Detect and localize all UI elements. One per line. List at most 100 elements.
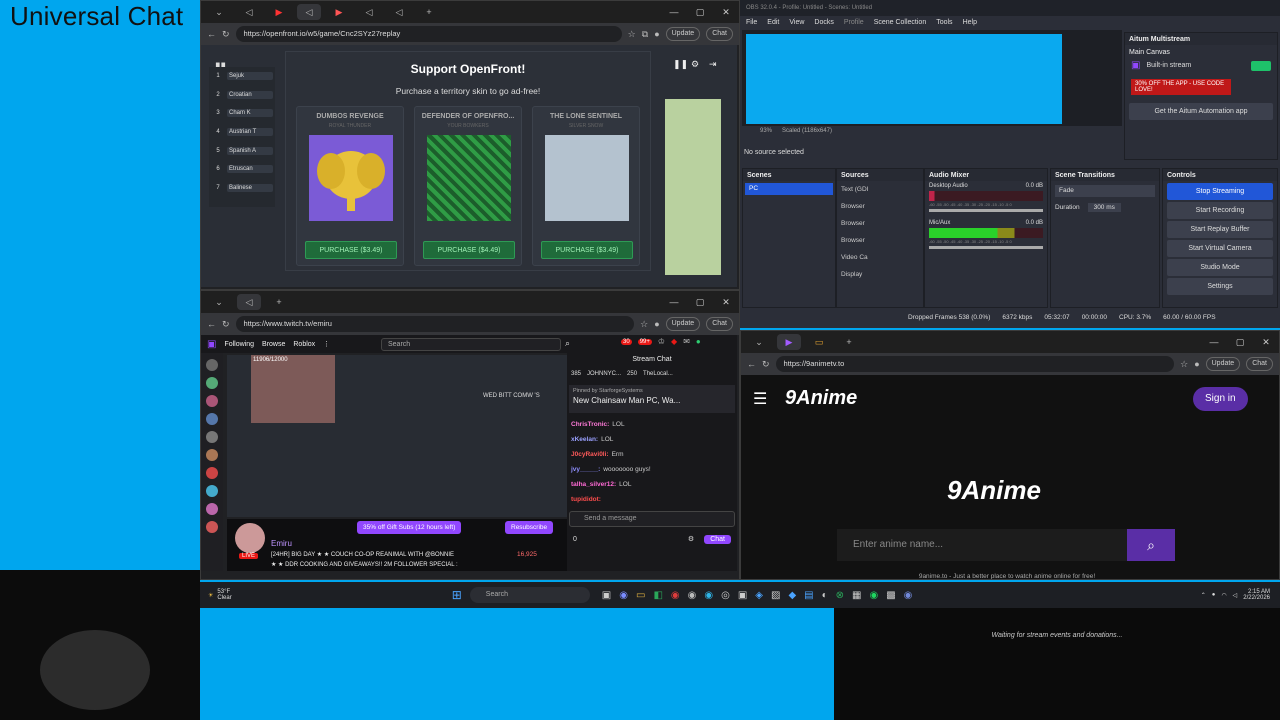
channel-avatar[interactable] — [206, 449, 218, 461]
mute-icon[interactable]: ◁ — [237, 4, 261, 20]
stream-video-player[interactable]: 11906/12000 WED BITT COMW 'S — [227, 355, 567, 517]
minimize-icon[interactable]: — — [661, 297, 687, 308]
profile-avatar-icon[interactable]: ● — [654, 319, 659, 329]
chat-button[interactable]: Chat — [706, 27, 733, 41]
weather-widget[interactable]: ☀ 53°F Clear — [200, 589, 232, 601]
menu-view[interactable]: View — [789, 19, 804, 26]
tab-menu-icon[interactable]: ⌄ — [747, 334, 771, 350]
chat-input[interactable]: Send a message — [569, 511, 735, 527]
star-icon[interactable]: ☆ — [628, 29, 636, 40]
chat-settings-icon[interactable]: ⚙ — [688, 535, 694, 543]
url-field[interactable]: https://www.twitch.tv/emiru — [235, 316, 635, 332]
channel-avatar[interactable] — [206, 413, 218, 425]
studio-mode-button[interactable]: Studio Mode — [1167, 259, 1273, 276]
start-replay-buffer-button[interactable]: Start Replay Buffer — [1167, 221, 1273, 238]
back-icon[interactable]: ← — [747, 359, 756, 369]
purchase-button[interactable]: PURCHASE ($4.49) — [423, 241, 515, 259]
app-icon[interactable]: ◧ — [653, 590, 662, 601]
source-item[interactable]: Display — [837, 266, 923, 283]
source-item[interactable]: Browser — [837, 232, 923, 249]
source-item[interactable]: Video Ca — [837, 249, 923, 266]
search-icon[interactable]: ⌕ — [565, 338, 570, 349]
stop-streaming-button[interactable]: Stop Streaming — [1167, 183, 1273, 200]
app-icon[interactable]: ▩ — [886, 590, 895, 601]
chat-button[interactable]: Chat — [1246, 357, 1273, 371]
hamburger-menu-icon[interactable]: ☰ — [753, 389, 767, 409]
maximize-icon[interactable]: ▢ — [687, 7, 713, 18]
back-icon[interactable]: ← — [207, 29, 216, 39]
maximize-icon[interactable]: ▢ — [687, 297, 713, 308]
duration-input[interactable]: 300 ms — [1087, 203, 1121, 212]
spotify-icon[interactable]: ◉ — [869, 590, 878, 601]
mic-icon[interactable]: ● — [1212, 592, 1216, 598]
more-icon[interactable]: ⋮ — [323, 340, 330, 348]
start-virtual-camera-button[interactable]: Start Virtual Camera — [1167, 240, 1273, 257]
youtube-tab-icon[interactable]: ▶ — [267, 4, 291, 20]
menu-edit[interactable]: Edit — [767, 19, 779, 26]
nav-following[interactable]: Following — [224, 341, 254, 348]
nav-roblox[interactable]: Roblox — [293, 341, 315, 348]
exit-icon[interactable]: ⇥ — [709, 59, 717, 70]
zoom-level[interactable]: 93% — [760, 128, 772, 134]
close-icon[interactable]: ✕ — [713, 297, 739, 308]
channel-avatar[interactable] — [206, 521, 218, 533]
volume-slider[interactable] — [929, 246, 1043, 249]
network-icon[interactable]: ◠ — [1221, 592, 1226, 599]
task-view-icon[interactable]: ▣ — [602, 590, 611, 601]
tab-menu-icon[interactable]: ⌄ — [207, 294, 231, 310]
steam-icon[interactable]: ◎ — [721, 590, 730, 601]
star-icon[interactable]: ☆ — [1180, 359, 1188, 370]
start-menu-icon[interactable]: ⊞ — [452, 588, 462, 602]
chat-button[interactable]: Chat — [706, 317, 733, 331]
gift-icon[interactable]: ✉ — [683, 337, 690, 346]
tab-menu-icon[interactable]: ⌄ — [207, 4, 231, 20]
obs-preview[interactable] — [742, 30, 1122, 126]
app-icon[interactable]: ▨ — [771, 590, 780, 601]
browser-icon[interactable]: ◉ — [619, 590, 628, 601]
source-item[interactable]: Text (GDI — [837, 181, 923, 198]
maximize-icon[interactable]: ▢ — [1227, 337, 1253, 348]
refresh-icon[interactable]: ↻ — [222, 319, 230, 330]
volume-icon[interactable]: ◁ — [1233, 592, 1238, 599]
nav-browse[interactable]: Browse — [262, 341, 285, 348]
streamer-avatar[interactable] — [235, 523, 265, 553]
source-item[interactable]: Browser — [837, 215, 923, 232]
mute-icon[interactable]: ◁ — [357, 4, 381, 20]
resubscribe-button[interactable]: Resubscribe — [505, 521, 554, 534]
pinned-message[interactable]: Pinned by StarforgeSystems New Chainsaw … — [569, 385, 735, 413]
settings-gear-icon[interactable]: ⚙ — [691, 59, 699, 70]
file-explorer-icon[interactable]: ▭ — [636, 590, 645, 601]
app-icon[interactable]: ◆ — [788, 590, 796, 601]
user-avatar[interactable]: ● — [696, 337, 701, 346]
menu-scene-collection[interactable]: Scene Collection — [874, 19, 927, 26]
profile-avatar-icon[interactable]: ● — [1194, 359, 1199, 369]
tray-chevron-icon[interactable]: ⌃ — [1201, 592, 1206, 599]
profile-avatar-icon[interactable]: ● — [654, 29, 659, 39]
channel-avatar[interactable] — [206, 395, 218, 407]
scene-item[interactable]: PC — [745, 183, 833, 195]
transition-select[interactable]: Fade — [1055, 185, 1155, 197]
close-icon[interactable]: ✕ — [713, 7, 739, 18]
taskbar-search-input[interactable]: Search — [469, 587, 590, 603]
streamer-name[interactable]: Emiru — [271, 539, 292, 548]
close-icon[interactable]: ✕ — [1253, 337, 1279, 348]
menu-help[interactable]: Help — [963, 19, 977, 26]
diamond-icon[interactable]: ◆ — [671, 337, 677, 346]
app-icon[interactable]: ▦ — [852, 590, 861, 601]
menu-tools[interactable]: Tools — [936, 19, 952, 26]
sign-in-button[interactable]: Sign in — [1193, 387, 1248, 411]
app-icon[interactable]: ◉ — [688, 590, 697, 601]
menu-docks[interactable]: Docks — [814, 19, 833, 26]
mute-icon[interactable]: ◁ — [387, 4, 411, 20]
update-button[interactable]: Update — [665, 27, 701, 41]
start-recording-button[interactable]: Start Recording — [1167, 202, 1273, 219]
menu-file[interactable]: File — [746, 19, 757, 26]
new-tab-button[interactable]: + — [837, 334, 861, 350]
refresh-icon[interactable]: ↻ — [762, 359, 770, 370]
chat-send-button[interactable]: Chat — [704, 534, 731, 544]
header-logo[interactable]: 9Anime — [785, 387, 857, 410]
automation-button[interactable]: Get the Aitum Automation app — [1129, 103, 1273, 120]
source-item[interactable]: Browser — [837, 198, 923, 215]
menu-profile[interactable]: Profile — [844, 19, 864, 26]
channel-avatar[interactable] — [206, 377, 218, 389]
